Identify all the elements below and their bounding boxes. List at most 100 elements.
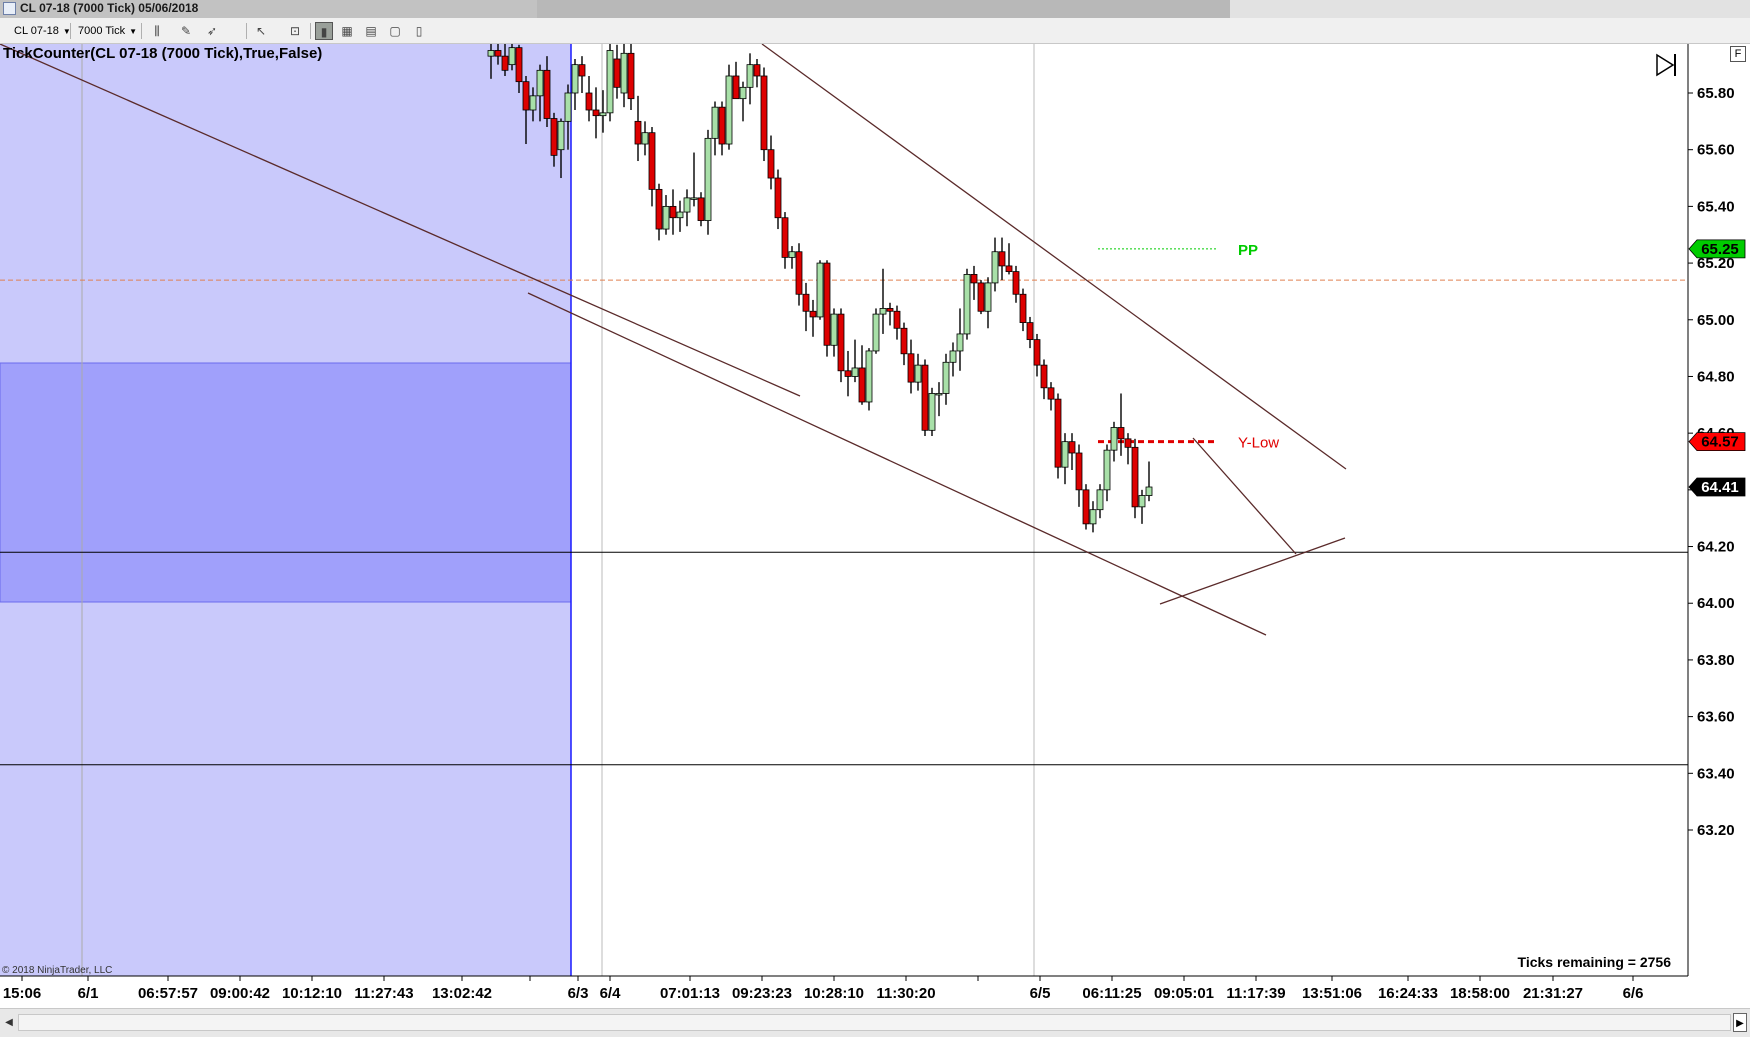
x-tick-label: 11:30:20 <box>876 985 935 1002</box>
candle[interactable] <box>725 64 733 150</box>
candle[interactable] <box>1131 438 1139 519</box>
horizontal-scrollbar[interactable]: ◀ ▶ <box>0 1008 1750 1037</box>
zoom-icon[interactable]: ↖ <box>252 22 270 40</box>
zone-rect-inner <box>0 362 572 603</box>
toolbar-separator <box>141 23 142 39</box>
indicators-icon[interactable]: ▦ <box>338 22 356 40</box>
candle-body-down <box>543 69 551 119</box>
candle-body-down <box>998 251 1006 267</box>
candle[interactable] <box>837 308 845 383</box>
candle-body-up <box>487 50 495 57</box>
candle-body-up <box>788 251 796 258</box>
price-chart[interactable]: PPY-Low 65.8065.6065.4065.2065.0064.8064… <box>0 44 1750 1008</box>
ticks-remaining: Ticks remaining = 2756 <box>1518 954 1672 970</box>
price-marker: 64.41 <box>1688 477 1746 497</box>
chart-f-button[interactable]: F <box>1730 46 1746 62</box>
candle[interactable] <box>606 44 614 122</box>
candle-body-up <box>935 393 943 396</box>
candle-body-down <box>837 313 845 372</box>
candle-body-up <box>1145 486 1153 496</box>
y-tick-label: 63.40 <box>1697 765 1735 782</box>
candle-body-down <box>522 81 530 111</box>
price-marker: 65.25 <box>1688 239 1746 259</box>
candle-body-up <box>1089 509 1097 525</box>
candle-body-up <box>1138 495 1146 508</box>
candle-body-up <box>942 361 950 394</box>
candle-body-down <box>585 92 593 111</box>
x-tick-label: 6/5 <box>1030 985 1051 1002</box>
candle-body-down <box>1131 446 1139 508</box>
candle[interactable] <box>963 268 971 340</box>
scroll-right-icon[interactable]: ▶ <box>1733 1013 1747 1032</box>
pencil-icon[interactable]: ✎ <box>177 22 195 40</box>
y-tick-label: 63.80 <box>1697 652 1735 669</box>
y-tick-label: 64.80 <box>1697 368 1735 385</box>
candle-body-down <box>1040 364 1048 389</box>
properties-icon[interactable]: ▢ <box>386 22 404 40</box>
candle-body-up <box>984 282 992 312</box>
y-tick-label: 63.60 <box>1697 709 1735 726</box>
candle-body-up <box>739 86 747 100</box>
candle[interactable] <box>823 260 831 357</box>
candle[interactable] <box>872 308 880 354</box>
candle-body-down <box>1117 427 1125 440</box>
candle-body-down <box>844 370 852 377</box>
candle-body-down <box>921 364 929 431</box>
titlebar-segment <box>537 0 1230 18</box>
x-tick-label: 6/4 <box>600 985 622 1002</box>
candle[interactable] <box>977 280 985 315</box>
candle-body-down <box>823 262 831 346</box>
scroll-left-icon[interactable]: ◀ <box>2 1013 16 1032</box>
candle-body-up <box>1096 489 1104 511</box>
candle[interactable] <box>816 260 824 320</box>
candle[interactable] <box>865 348 873 411</box>
candle[interactable] <box>921 359 929 436</box>
candle[interactable] <box>1082 484 1090 530</box>
candle-body-up <box>865 350 873 403</box>
candle-body-down <box>634 120 642 145</box>
cursor-icon[interactable]: ➶ <box>203 22 221 40</box>
x-tick-label: 06:11:25 <box>1082 985 1141 1002</box>
candle[interactable] <box>704 129 712 235</box>
data-box-icon[interactable]: ▯ <box>410 22 428 40</box>
candle[interactable] <box>928 387 936 436</box>
instrument-selector[interactable]: CL 07-18 ▼ <box>14 22 71 40</box>
candle[interactable] <box>760 67 768 162</box>
candlestick-icon[interactable]: ▮ <box>315 22 333 40</box>
candle-body-up <box>879 308 887 315</box>
candle-body-up <box>1103 449 1111 491</box>
candle-body-down <box>774 177 782 219</box>
candle-body-up <box>711 106 719 139</box>
candle-body-down <box>501 55 509 71</box>
strategies-icon[interactable]: ▤ <box>362 22 380 40</box>
candle-body-down <box>802 293 810 312</box>
candle-body-down <box>1054 398 1062 468</box>
toolbar-separator <box>310 23 311 39</box>
candle-body-up <box>571 64 579 94</box>
x-tick-label: 07:01:13 <box>660 985 720 1002</box>
candle-body-down <box>1124 438 1132 448</box>
interval-selector[interactable]: 7000 Tick ▼ <box>78 22 137 40</box>
y-tick-label: 65.60 <box>1697 142 1735 159</box>
scrollbar-thumb[interactable] <box>18 1014 1731 1031</box>
y-tick-label: 64.20 <box>1697 539 1735 556</box>
candle-body-down <box>669 205 677 219</box>
candle-body-down <box>886 308 894 312</box>
bar-type-icon[interactable]: ⫼ <box>148 22 166 40</box>
candle-body-down <box>907 353 915 383</box>
x-tick-label: 13:02:42 <box>432 985 492 1002</box>
candle-body-up <box>949 350 957 363</box>
titlebar-segment <box>1230 0 1750 18</box>
candle[interactable] <box>1054 393 1062 479</box>
window-titlebar: CL 07-18 (7000 Tick) 05/06/2018 <box>0 0 1750 18</box>
chevron-down-icon: ▼ <box>129 27 138 36</box>
magnifier-icon[interactable]: ⊡ <box>286 22 304 40</box>
candle-body-down <box>550 118 558 156</box>
x-tick-label: 6/6 <box>1623 985 1644 1002</box>
candle-body-down <box>1047 387 1055 400</box>
candle-body-up <box>746 64 754 88</box>
candle-body-down <box>1012 271 1020 295</box>
candle-body-up <box>564 92 572 122</box>
indicator-label: TickCounter(CL 07-18 (7000 Tick),True,Fa… <box>3 45 322 62</box>
x-tick-label: 11:27:43 <box>354 985 413 1002</box>
